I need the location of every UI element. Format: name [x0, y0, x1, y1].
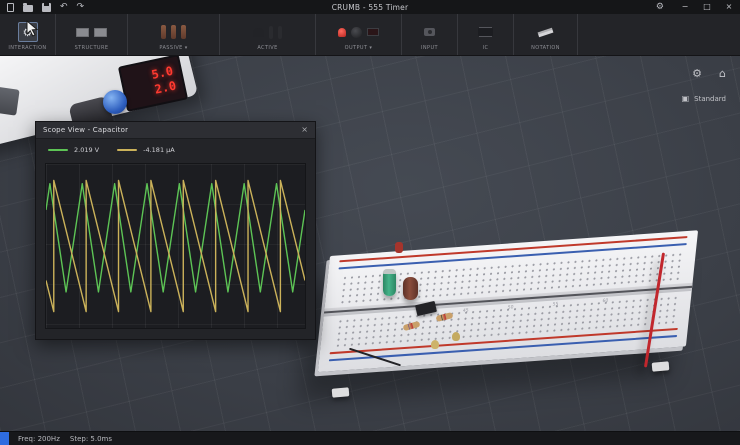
- ceramic-capacitor[interactable]: [452, 332, 460, 341]
- voltage-readout: 2.019 V: [74, 146, 99, 154]
- toolbar-group-interaction: ⚙ INTERACTION: [0, 14, 56, 55]
- ceramic-capacitor[interactable]: [431, 340, 439, 349]
- toolbar-group-label: OUTPUT: [345, 45, 368, 51]
- pushbutton-component-icon[interactable]: [424, 28, 435, 36]
- app-window: ↶ ↷ CRUMB - 555 Timer ⚙ − □ × ⚙ INTERACT…: [0, 0, 740, 445]
- toolbar-group-label: IC: [483, 45, 489, 51]
- toolbar-group-label: NOTATION: [531, 45, 560, 51]
- component-on-rail[interactable]: [395, 242, 403, 253]
- display-component-icon[interactable]: [367, 28, 379, 36]
- minimize-button[interactable]: −: [674, 0, 696, 14]
- voltage-trace-swatch: [48, 149, 68, 151]
- dropdown-caret-icon[interactable]: ▾: [369, 45, 372, 51]
- toolbar-group-notation: NOTATION: [514, 14, 578, 55]
- toolbar-group-active: ACTIVE: [220, 14, 316, 55]
- breadboard-foot: [652, 361, 670, 371]
- transistor-component-icon[interactable]: [253, 28, 264, 37]
- step-readout: Step: 5.0ms: [70, 435, 112, 443]
- psu-current-readout: 2.0: [153, 79, 177, 96]
- psu-knob[interactable]: [103, 90, 127, 114]
- scope-panel-title: Scope View - Capacitor: [43, 126, 128, 134]
- led-component-icon[interactable]: [338, 28, 346, 37]
- scope-legend: 2.019 V -4.181 µA: [36, 139, 315, 160]
- mosfet-component-icon[interactable]: [278, 26, 282, 39]
- cube-icon: ▣: [682, 94, 690, 103]
- 3d-viewport[interactable]: 5.0 2.0 45 50 55 60: [0, 56, 740, 431]
- toolbar-group-output: OUTPUT▾: [316, 14, 402, 55]
- scope-panel-header[interactable]: Scope View - Capacitor ×: [36, 122, 315, 139]
- scope-close-icon[interactable]: ×: [301, 126, 308, 134]
- interact-tool-button[interactable]: ⚙: [18, 22, 38, 42]
- toolbar-group-input: INPUT: [402, 14, 458, 55]
- statusbar: Freq: 200Hz Step: 5.0ms: [0, 431, 740, 445]
- maximize-button[interactable]: □: [696, 0, 718, 14]
- toolbar-group-passive: PASSIVE▾: [128, 14, 220, 55]
- breadboard-foot: [332, 387, 350, 397]
- redo-icon[interactable]: ↷: [77, 0, 85, 14]
- legend-current: -4.181 µA: [117, 146, 175, 154]
- column-number: 55: [552, 302, 558, 307]
- column-number: 60: [602, 299, 608, 304]
- breadboard[interactable]: 45 50 55 60: [318, 230, 698, 372]
- toolbar-group-label: PASSIVE: [159, 45, 182, 51]
- toolbar-group-ic: IC: [458, 14, 514, 55]
- scope-plot-area: [45, 163, 306, 329]
- view-mode-label: Standard: [694, 95, 726, 103]
- frequency-readout: Freq: 200Hz: [18, 435, 60, 443]
- home-view-icon[interactable]: ⌂: [719, 68, 726, 79]
- capacitor-component[interactable]: [403, 277, 418, 300]
- scope-plot-svg: [46, 164, 305, 328]
- diode-component-icon[interactable]: [269, 26, 273, 39]
- toolbar-group-label: ACTIVE: [257, 45, 277, 51]
- gear-icon: ⚙: [23, 27, 33, 38]
- scope-view-panel: Scope View - Capacitor × 2.019 V -4.181 …: [35, 121, 316, 340]
- ic-chip-component-icon[interactable]: [478, 28, 493, 36]
- toolbar-group-label: INPUT: [421, 45, 438, 51]
- power-supply-display: 5.0 2.0: [118, 56, 188, 112]
- column-number: 50: [507, 305, 513, 310]
- open-folder-icon[interactable]: [23, 5, 33, 12]
- electrolytic-capacitor[interactable]: [383, 269, 396, 296]
- close-button[interactable]: ×: [718, 0, 740, 14]
- view-mode-selector[interactable]: ▣ Standard: [682, 94, 726, 103]
- new-file-icon[interactable]: [7, 3, 14, 12]
- undo-icon[interactable]: ↶: [60, 0, 68, 14]
- settings-gear-icon[interactable]: ⚙: [656, 0, 664, 14]
- save-icon[interactable]: [42, 3, 51, 12]
- current-readout: -4.181 µA: [143, 146, 175, 154]
- protoboard-component-icon[interactable]: [94, 28, 107, 37]
- speaker-component-icon[interactable]: [351, 27, 362, 38]
- legend-voltage: 2.019 V: [48, 146, 99, 154]
- toolbar-group-label: STRUCTURE: [75, 45, 109, 51]
- titlebar: ↶ ↷ CRUMB - 555 Timer ⚙ − □ ×: [0, 0, 740, 14]
- inductor-component-icon[interactable]: [181, 25, 186, 39]
- resistor-component-icon[interactable]: [161, 25, 166, 39]
- capacitor-component-icon[interactable]: [171, 25, 176, 39]
- toolbar-group-label: INTERACTION: [8, 45, 46, 51]
- dropdown-caret-icon[interactable]: ▾: [185, 45, 188, 51]
- viewport-settings-gear-icon[interactable]: ⚙: [692, 68, 702, 79]
- current-trace-swatch: [117, 149, 137, 151]
- toolbar-group-structure: STRUCTURE: [56, 14, 128, 55]
- window-title: CRUMB - 555 Timer: [0, 3, 740, 12]
- ruler-component-icon[interactable]: [538, 27, 554, 36]
- component-toolbar: ⚙ INTERACTION STRUCTURE PASSIVE▾: [0, 14, 740, 56]
- simulation-play-button[interactable]: [0, 432, 9, 445]
- column-number: 45: [463, 308, 469, 313]
- breadboard-component-icon[interactable]: [76, 28, 89, 37]
